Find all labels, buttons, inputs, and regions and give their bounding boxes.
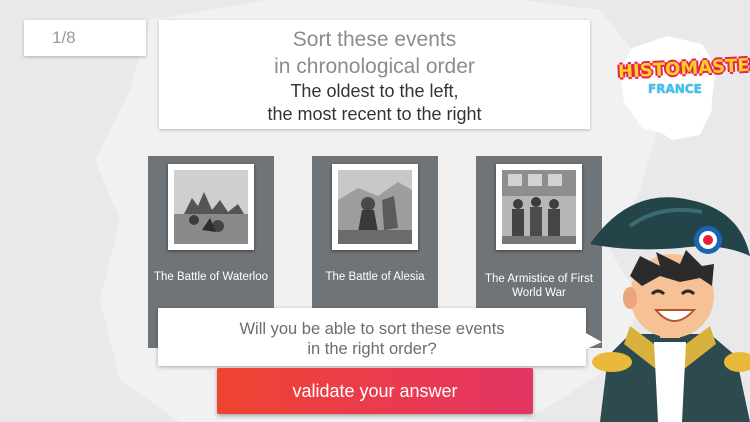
card-label: The Battle of Waterloo — [154, 271, 268, 283]
waterloo-painting-icon — [174, 170, 248, 244]
card-label: The Armistice of First World War — [485, 273, 593, 299]
card-image-frame — [168, 164, 254, 250]
card-label: The Battle of Alesia — [325, 271, 425, 283]
question-line2: in the right order? — [307, 340, 437, 358]
progress-text: 1/8 — [52, 28, 76, 47]
instruction-title-line1: Sort these events — [292, 28, 457, 51]
alesia-painting-icon — [338, 170, 412, 244]
logo-subtitle: FRANCE — [648, 82, 702, 96]
instruction-detail-line2: the most recent to the right — [267, 104, 482, 124]
question-bubble: Will you be able to sort these events in… — [158, 308, 602, 366]
validate-answer-button[interactable]: validate your answer — [217, 368, 533, 414]
instructions-panel: Sort these events in chronological order… — [159, 20, 590, 129]
progress-counter: 1/8 — [24, 20, 146, 56]
instruction-detail-line1: The oldest to the left, — [290, 81, 459, 101]
question-line1: Will you be able to sort these events — [239, 320, 505, 338]
histomaster-logo: HISTOMASTER FRANCE — [612, 30, 750, 140]
instruction-title-line2: in chronological order — [274, 55, 475, 78]
card-image-frame — [496, 164, 582, 250]
armistice-photo-icon — [502, 170, 576, 244]
card-image-frame — [332, 164, 418, 250]
napoleon-mascot-icon — [590, 197, 750, 422]
